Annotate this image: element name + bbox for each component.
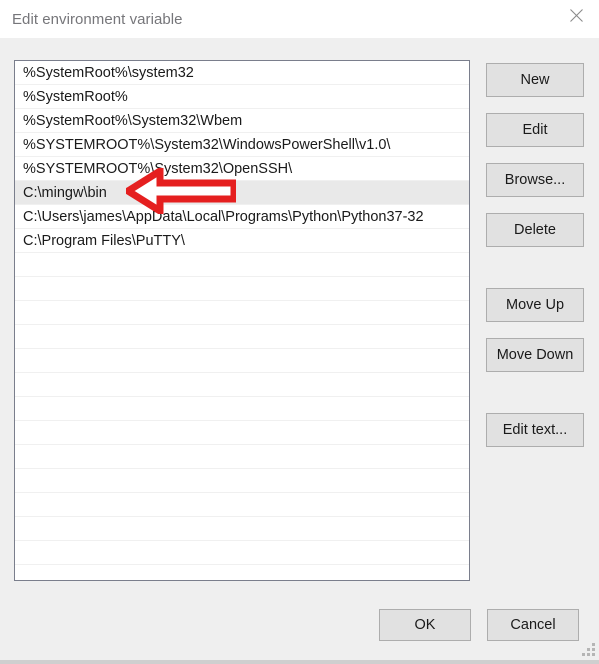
list-item[interactable]: %SystemRoot%\System32\Wbem — [15, 109, 469, 133]
delete-button[interactable]: Delete — [486, 213, 584, 247]
list-item-empty[interactable] — [15, 301, 469, 325]
dialog-body: %SystemRoot%\system32 %SystemRoot% %Syst… — [0, 38, 599, 664]
edit-text-button[interactable]: Edit text... — [486, 413, 584, 447]
list-item-empty[interactable] — [15, 277, 469, 301]
list-item-empty[interactable] — [15, 445, 469, 469]
close-icon[interactable] — [553, 0, 599, 30]
list-item[interactable]: %SYSTEMROOT%\System32\WindowsPowerShell\… — [15, 133, 469, 157]
list-item-empty[interactable] — [15, 517, 469, 541]
move-down-button[interactable]: Move Down — [486, 338, 584, 372]
list-item[interactable]: C:\Program Files\PuTTY\ — [15, 229, 469, 253]
list-item-empty[interactable] — [15, 541, 469, 565]
list-item[interactable]: C:\Users\james\AppData\Local\Programs\Py… — [15, 205, 469, 229]
list-item[interactable]: %SYSTEMROOT%\System32\OpenSSH\ — [15, 157, 469, 181]
move-up-button[interactable]: Move Up — [486, 288, 584, 322]
edit-button[interactable]: Edit — [486, 113, 584, 147]
list-item[interactable]: %SystemRoot%\system32 — [15, 61, 469, 85]
list-item-empty[interactable] — [15, 397, 469, 421]
list-item-empty[interactable] — [15, 493, 469, 517]
window-bottom-edge — [0, 660, 599, 664]
list-item-empty[interactable] — [15, 565, 469, 580]
title-bar[interactable]: Edit environment variable — [0, 0, 599, 38]
ok-button[interactable]: OK — [379, 609, 471, 641]
cancel-button[interactable]: Cancel — [487, 609, 579, 641]
path-entries-listbox[interactable]: %SystemRoot%\system32 %SystemRoot% %Syst… — [14, 60, 470, 581]
new-button[interactable]: New — [486, 63, 584, 97]
resize-grip-icon[interactable] — [581, 642, 595, 656]
list-item-empty[interactable] — [15, 349, 469, 373]
list-item[interactable]: %SystemRoot% — [15, 85, 469, 109]
window-title: Edit environment variable — [12, 11, 183, 28]
list-item-empty[interactable] — [15, 469, 469, 493]
list-item-selected[interactable]: C:\mingw\bin — [15, 181, 469, 205]
list-item-empty[interactable] — [15, 373, 469, 397]
list-item-empty[interactable] — [15, 253, 469, 277]
browse-button[interactable]: Browse... — [486, 163, 584, 197]
list-item-empty[interactable] — [15, 421, 469, 445]
list-item-empty[interactable] — [15, 325, 469, 349]
